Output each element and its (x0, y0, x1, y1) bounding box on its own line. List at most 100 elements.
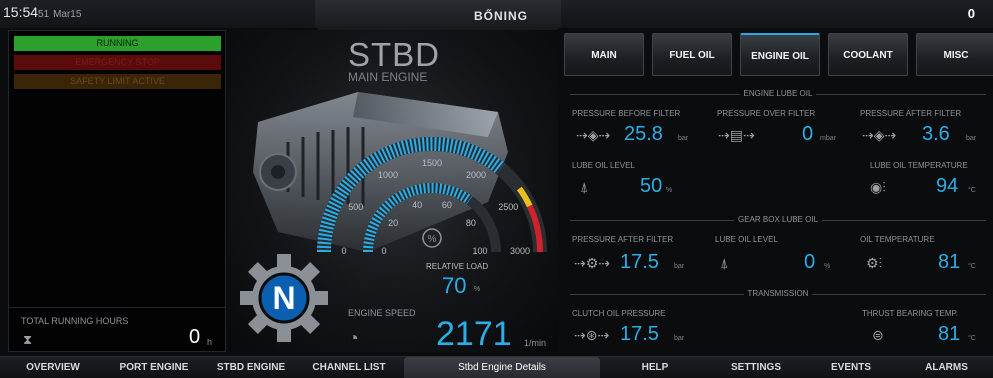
nav-port-engine[interactable]: PORT ENGINE (106, 357, 202, 378)
gearbox-pressure-unit: bar (674, 263, 685, 270)
rpm-tick-label: 0 (341, 246, 347, 256)
status-panel: RUNNING EMERGENCY STOP SAFETY LIMIT ACTI… (8, 30, 226, 352)
gearbox-level-label: LUBE OIL LEVEL (715, 235, 778, 244)
running-hours-value: 0 (189, 326, 201, 348)
rpm-tick-label: 1500 (421, 158, 443, 168)
nav-channel-list[interactable]: CHANNEL LIST (300, 357, 398, 378)
gearbox-temp-value: 81 (938, 251, 961, 273)
pressure-after-filter-label: PRESSURE AFTER FILTER (860, 109, 962, 118)
running-hours-label: TOTAL RUNNING HOURS (21, 316, 129, 326)
gear-temperature-icon: ⚙⫶ (866, 255, 883, 271)
engine-speed-unit: 1/min (524, 338, 547, 348)
clock-time: 15:54 (3, 4, 39, 20)
hourglass-icon: ⧗ (23, 332, 33, 347)
gearbox-level-value: 0 (804, 251, 816, 273)
transmission-section: TRANSMISSION CLUTCH OIL PRESSURE ⇢⊛⇢ 17.… (570, 289, 986, 352)
pressure-over-filter-label: PRESSURE OVER FILTER (717, 109, 816, 118)
relative-load-unit: % (474, 286, 481, 293)
gear-pressure-icon: ⇢⚙⇢ (574, 255, 611, 271)
clock: 15:5451 Mar15 (3, 4, 81, 20)
load-tick-label: 100 (472, 246, 488, 256)
detail-panel: MAIN FUEL OIL ENGINE OIL COOLANT MISC EN… (560, 30, 993, 352)
tab-fuel-oil[interactable]: FUEL OIL (652, 33, 732, 76)
gearbox-pressure-value: 17.5 (620, 251, 659, 273)
status-running: RUNNING (14, 36, 221, 51)
engine-view: STBD MAIN ENGINE % 0 500 1000 1500 2000 2500 3… (228, 30, 558, 353)
rpm-tick-label: 2000 (465, 169, 487, 180)
nav-overview[interactable]: OVERVIEW (0, 357, 106, 378)
alarm-count[interactable]: 0 (968, 6, 975, 21)
nav-stbd-engine-details[interactable]: Stbd Engine Details (404, 357, 600, 378)
section-title: ENGINE LUBE OIL (570, 89, 986, 98)
nav-alarms[interactable]: ALARMS (900, 357, 993, 378)
lube-oil-temp-label: LUBE OIL TEMPERATURE (870, 161, 968, 170)
gearbox-lube-section: GEAR BOX LUBE OIL PRESSURE AFTER FILTER … (570, 215, 986, 290)
tab-misc[interactable]: MISC (916, 33, 993, 76)
rpm-tick-label: 2500 (498, 202, 519, 212)
status-safety-limit: SAFETY LIMIT ACTIVE (14, 74, 221, 89)
nav-help[interactable]: HELP (610, 357, 700, 378)
load-tick-label: 0 (381, 246, 387, 256)
tab-main[interactable]: MAIN (564, 33, 644, 76)
oil-level-icon: ⍋ (580, 179, 589, 195)
relative-load-value: 70 (442, 273, 467, 298)
lube-oil-level-value: 50 (640, 175, 663, 197)
detail-tabs: MAIN FUEL OIL ENGINE OIL COOLANT MISC (564, 33, 993, 77)
thrust-bearing-unit: °C (968, 335, 976, 342)
running-hours-box: TOTAL RUNNING HOURS ⧗ 0 h (9, 307, 225, 352)
rpm-tick-label: 1000 (377, 169, 399, 180)
oil-pressure-icon: ⇢◈⇢ (862, 127, 897, 143)
gearbox-temp-unit: °C (968, 263, 976, 270)
clutch-pressure-unit: bar (674, 335, 685, 342)
rpm-tick-label: 500 (348, 202, 364, 212)
nav-events[interactable]: EVENTS (804, 357, 898, 378)
oil-temperature-icon: ◉⫶ (870, 179, 886, 195)
tab-engine-oil[interactable]: ENGINE OIL (740, 33, 820, 76)
oil-pressure-icon: ⇢◈⇢ (576, 127, 611, 143)
section-title: GEAR BOX LUBE OIL (570, 215, 986, 224)
pressure-over-filter-unit: mbar (820, 135, 836, 142)
gearbox-pressure-label: PRESSURE AFTER FILTER (572, 235, 674, 244)
lube-oil-temp-unit: °C (968, 187, 976, 194)
nav-settings[interactable]: SETTINGS (708, 357, 804, 378)
thrust-bearing-value: 81 (938, 323, 961, 345)
running-hours-unit: h (207, 337, 213, 347)
pressure-before-filter-unit: bar (678, 135, 689, 142)
lube-oil-temp-value: 94 (936, 175, 959, 197)
brand-logo: BŐNING (474, 9, 528, 23)
nav-stbd-engine[interactable]: STBD ENGINE (202, 357, 300, 378)
load-tick-label: 80 (465, 217, 476, 228)
gear-indicator: N (240, 254, 328, 342)
status-emergency-stop: EMERGENCY STOP (14, 55, 221, 70)
engine-lube-section: ENGINE LUBE OIL PRESSURE BEFORE FILTER ⇢… (570, 89, 986, 212)
pressure-after-filter-value: 3.6 (922, 123, 950, 145)
bottom-nav: OVERVIEW PORT ENGINE STBD ENGINE CHANNEL… (0, 356, 993, 378)
clutch-icon: ⇢⊛⇢ (574, 327, 610, 343)
gearbox-level-unit: % (824, 263, 831, 270)
load-tick-label: 20 (388, 217, 399, 228)
engine-speed-label: ENGINE SPEED (348, 308, 416, 318)
bearing-icon: ⊜ (872, 327, 884, 343)
lube-oil-level-label: LUBE OIL LEVEL (572, 161, 635, 170)
pressure-before-filter-value: 25.8 (624, 123, 663, 145)
clock-date: Mar15 (53, 9, 82, 20)
clutch-pressure-label: CLUTCH OIL PRESSURE (572, 309, 666, 318)
pressure-over-filter-value: 0 (802, 123, 814, 145)
gear-letter: N (272, 280, 295, 316)
relative-load-label: RELATIVE LOAD (426, 262, 489, 271)
lube-oil-level-unit: % (666, 187, 673, 194)
gearbox-temp-label: OIL TEMPERATURE (860, 235, 935, 244)
load-tick-label: 40 (412, 200, 423, 211)
top-bar: 15:5451 Mar15 BŐNING 0 (0, 0, 993, 30)
clutch-pressure-value: 17.5 (620, 323, 659, 345)
rpm-tick-label: 3000 (509, 246, 531, 256)
tab-coolant[interactable]: COOLANT (828, 33, 908, 76)
thrust-bearing-label: THRUST BEARING TEMP. (862, 309, 959, 318)
engine-speed-value: 2171 (436, 315, 512, 353)
oil-level-icon: ⍋ (720, 255, 729, 271)
filter-icon: ⇢▤⇢ (718, 127, 755, 143)
speed-icon: ◔ (348, 328, 359, 348)
clock-seconds: 51 (38, 9, 50, 20)
pressure-after-filter-unit: bar (966, 135, 977, 142)
section-title: TRANSMISSION (570, 289, 986, 298)
